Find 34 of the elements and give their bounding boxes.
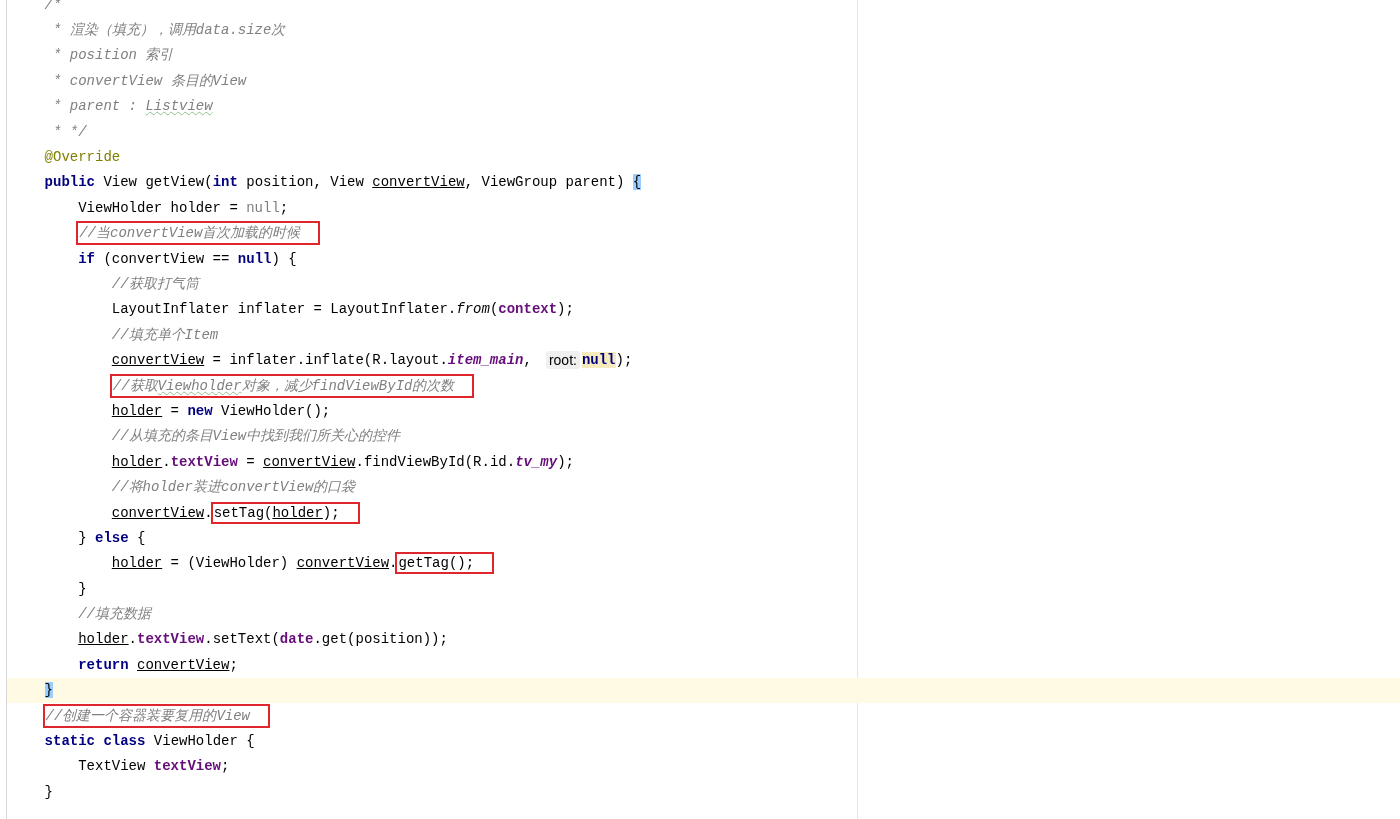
code-text: convertView. (111, 504, 213, 521)
parameter-hint: root: (545, 351, 580, 370)
code-text: } (44, 682, 53, 699)
code-text: * position 索引 (52, 46, 174, 65)
code-text: * */ (52, 123, 87, 140)
code-text: ViewHolder holder = null; (78, 199, 289, 216)
code-text: holder.textView = convertView.findViewById(R.id.tv_my); (111, 453, 574, 470)
code-text: //将holder装进convertView的口袋 (111, 478, 356, 497)
code-text: //填充单个Item (111, 325, 219, 344)
code-text: //填充数据 (78, 605, 151, 624)
code-text: * 渲染（填充），调用data.size次 (52, 21, 286, 40)
code-text: } else { (78, 529, 146, 546)
code-text: TextView textView; (78, 758, 230, 775)
code-text: convertView = inflater.inflate(R.layout.item_main, (111, 352, 532, 369)
code-text: } (44, 783, 53, 800)
highlight-frame: //当convertView首次加载的时候 (76, 221, 321, 246)
code-text: holder = (ViewHolder) convertView. (111, 555, 398, 572)
code-text: holder.textView.setText(date.get(position)); (78, 631, 448, 648)
code-text: @Override (44, 149, 121, 166)
code-text: * parent : Listview (52, 98, 213, 115)
code-text: holder = new ViewHolder(); (111, 402, 331, 419)
highlight-frame: //创建一个容器装要复用的View (42, 703, 270, 728)
code-text: static class ViewHolder { (44, 733, 255, 749)
code-text: * convertView 条目的View (52, 71, 247, 90)
code-text: public View getView(int position, View convertView, ViewGroup parent) { (44, 174, 642, 191)
highlight-frame: getTag(); (395, 552, 495, 575)
code-text: return convertView; (78, 656, 238, 673)
code-text: if (convertView == null) { (78, 250, 297, 267)
code-text: } (78, 580, 87, 597)
highlight-frame: //获取Viewholder对象，减少findViewById的次数 (109, 373, 475, 398)
highlight-frame: setTag(holder); (210, 501, 360, 524)
code-text: LayoutInflater inflater = LayoutInflater.from(context); (111, 301, 574, 318)
code-text: //获取打气筒 (111, 275, 199, 293)
code-text: //从填充的条目View中找到我们所关心的控件 (111, 427, 401, 446)
